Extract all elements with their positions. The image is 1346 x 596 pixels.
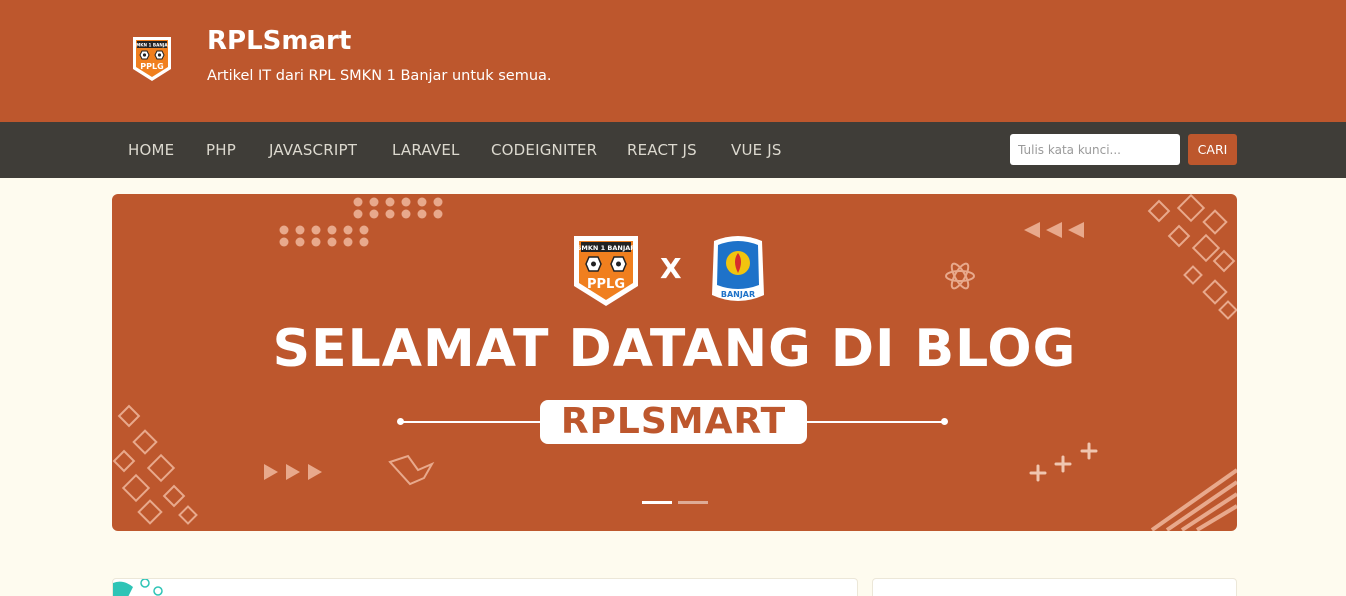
hero-title: SELAMAT DATANG DI BLOG	[272, 319, 1077, 379]
carousel-indicator-2[interactable]	[678, 501, 708, 504]
pplg-logo[interactable]: SMKN 1 BANJAR PPLG	[130, 35, 174, 83]
hero-logo-badge-text: SMKN 1 BANJAR	[577, 244, 636, 252]
logo-badge-text: SMKN 1 BANJAR	[133, 43, 171, 48]
nav-item-javascript[interactable]: JAVASCRIPT	[269, 142, 357, 159]
nav-item-react-js[interactable]: REACT JS	[627, 142, 697, 159]
nav-item-laravel[interactable]: LARAVEL	[392, 142, 460, 159]
hero-divider-dot	[941, 418, 948, 425]
nav-item-codeigniter[interactable]: CODEIGNITER	[491, 142, 597, 159]
search-input[interactable]	[1010, 134, 1180, 165]
hero-logo-text: PPLG	[587, 277, 625, 292]
nav-item-home[interactable]: HOME	[128, 142, 174, 159]
hero-carousel[interactable]: SMKN 1 BANJAR PPLG X BANJAR SELAMAT DATA…	[112, 194, 1237, 531]
hero-pill: RPLSMART	[540, 400, 807, 444]
hero-separator: X	[660, 252, 682, 285]
pplg-logo: SMKN 1 BANJAR PPLG	[574, 236, 638, 306]
main-navbar: HOME PHP JAVASCRIPT LARAVEL CODEIGNITER …	[0, 122, 1346, 178]
nav-item-vue-js[interactable]: VUE JS	[731, 142, 782, 159]
logo-text: PPLG	[140, 62, 163, 71]
carousel-indicator-1[interactable]	[642, 501, 672, 504]
hero-logo-right-text: BANJAR	[721, 290, 755, 299]
sidebar-widget	[872, 578, 1237, 596]
article-card[interactable]	[112, 578, 858, 596]
article-thumbnail-decoration	[113, 579, 163, 596]
site-header: SMKN 1 BANJAR PPLG RPLSmart Artikel IT d…	[0, 0, 1346, 122]
hero-divider-dot	[397, 418, 404, 425]
search-button[interactable]: CARI	[1188, 134, 1237, 165]
site-tagline: Artikel IT dari RPL SMKN 1 Banjar untuk …	[207, 68, 552, 84]
nav-item-php[interactable]: PHP	[206, 142, 236, 159]
site-title[interactable]: RPLSmart	[207, 26, 351, 56]
smkn1-banjar-logo: BANJAR	[712, 236, 764, 301]
